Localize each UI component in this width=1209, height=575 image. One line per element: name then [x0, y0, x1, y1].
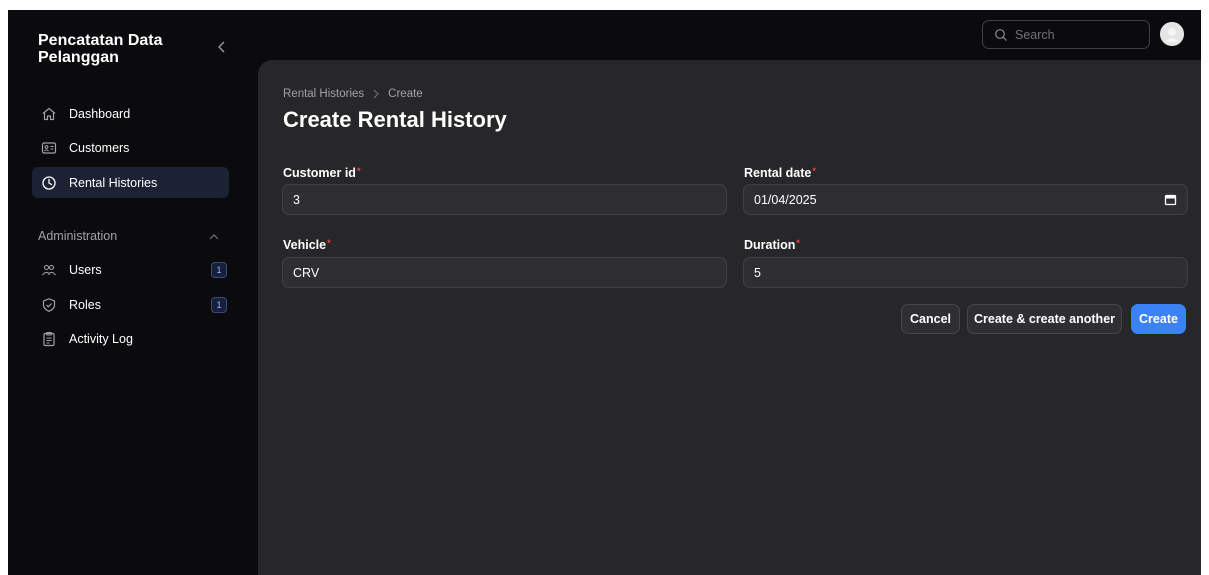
search-input[interactable]	[1015, 27, 1145, 42]
user-icon	[1160, 22, 1184, 46]
rental-date-label: Rental date*	[744, 166, 816, 180]
customer-id-field[interactable]	[282, 184, 727, 215]
duration-label-text: Duration	[744, 238, 796, 252]
create-button[interactable]: Create	[1131, 304, 1186, 334]
calendar-icon[interactable]	[1164, 193, 1177, 206]
clock-icon	[41, 175, 57, 191]
sidebar-item-customers[interactable]: Customers	[32, 132, 229, 163]
duration-field[interactable]	[743, 257, 1188, 288]
search-icon	[994, 28, 1008, 42]
customer-id-label: Customer id*	[283, 166, 360, 180]
required-mark: *	[812, 166, 816, 176]
create-another-button[interactable]: Create & create another	[967, 304, 1122, 334]
nav-group-administration[interactable]: Administration	[38, 229, 117, 243]
duration-input[interactable]	[754, 265, 1177, 280]
home-icon	[41, 106, 57, 122]
sidebar-item-label: Users	[69, 262, 102, 277]
count-badge: 1	[211, 261, 227, 278]
vehicle-label-text: Vehicle	[283, 238, 327, 252]
page-title: Create Rental History	[283, 107, 507, 132]
app-window: Pencatatan Data Pelanggan Dashboard Cust…	[8, 10, 1201, 575]
sidebar-item-label: Activity Log	[69, 331, 133, 346]
breadcrumb-current: Create	[388, 88, 423, 100]
id-card-icon	[41, 140, 57, 156]
sidebar-item-users[interactable]: Users 1	[32, 254, 229, 285]
sidebar-item-roles[interactable]: Roles 1	[32, 289, 229, 320]
main-content: Rental Histories Create Create Rental Hi…	[258, 60, 1201, 575]
duration-label: Duration*	[744, 238, 800, 252]
sidebar-item-label: Dashboard	[69, 106, 131, 121]
chevron-left-icon	[218, 41, 225, 53]
sidebar-item-activity-log[interactable]: Activity Log	[32, 323, 229, 354]
users-icon	[41, 262, 57, 278]
rental-date-field[interactable]	[743, 184, 1188, 215]
global-search[interactable]	[982, 20, 1150, 49]
collapse-sidebar-button[interactable]	[214, 38, 228, 56]
vehicle-input[interactable]	[293, 265, 716, 280]
cancel-button[interactable]: Cancel	[901, 304, 960, 334]
clipboard-icon	[41, 331, 57, 347]
required-mark: *	[327, 238, 331, 248]
required-mark: *	[356, 166, 361, 176]
rental-date-label-text: Rental date	[744, 166, 812, 180]
breadcrumb: Rental Histories Create	[283, 88, 423, 100]
chevron-right-icon	[373, 89, 379, 99]
sidebar: Pencatatan Data Pelanggan Dashboard Cust…	[8, 10, 258, 575]
sidebar-item-rental-histories[interactable]: Rental Histories	[32, 167, 229, 198]
vehicle-label: Vehicle*	[283, 238, 331, 252]
shield-check-icon	[41, 297, 57, 313]
sidebar-item-label: Customers	[69, 140, 130, 155]
sidebar-item-label: Roles	[69, 297, 101, 312]
user-avatar[interactable]	[1160, 22, 1184, 46]
chevron-up-icon[interactable]	[208, 231, 220, 243]
count-badge: 1	[211, 296, 227, 313]
customer-id-input[interactable]	[293, 192, 716, 207]
vehicle-field[interactable]	[282, 257, 727, 288]
sidebar-item-dashboard[interactable]: Dashboard	[32, 98, 229, 129]
customer-id-label-text: Customer id	[283, 166, 356, 180]
brand-title: Pencatatan Data Pelanggan	[38, 32, 163, 66]
breadcrumb-link-rental-histories[interactable]: Rental Histories	[283, 88, 364, 100]
sidebar-item-label: Rental Histories	[69, 175, 158, 190]
rental-date-input[interactable]	[754, 192, 1164, 207]
required-mark: *	[796, 238, 800, 248]
